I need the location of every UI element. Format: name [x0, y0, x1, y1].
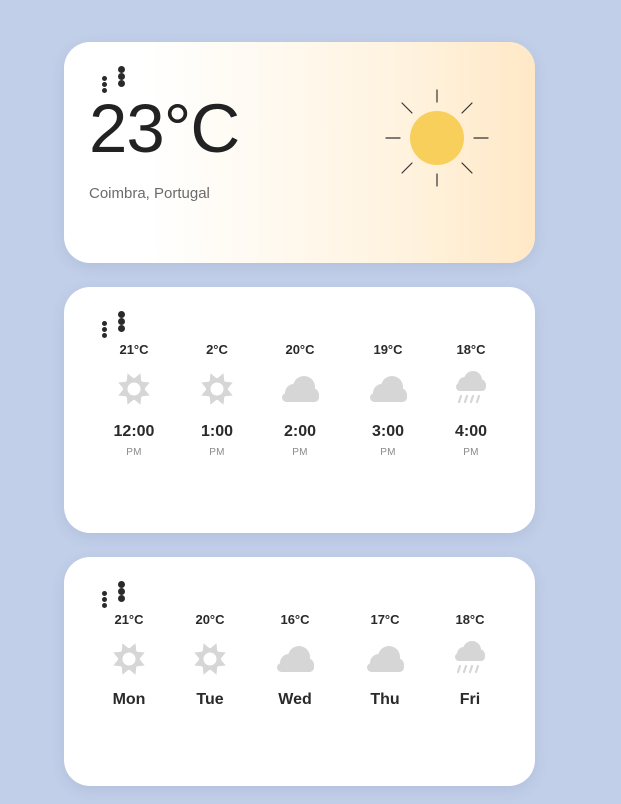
daily-temperature: 18°C [455, 612, 485, 627]
more-options-icon[interactable] [102, 311, 128, 338]
hourly-ampm: PM [126, 447, 142, 458]
hourly-forecast-card: 21°C 12:00 PM 2°C 1:00 PM 20°C 2:00 PM 19°C 3:00 PM… [64, 287, 535, 533]
cloud-icon [273, 639, 317, 679]
daily-day: Tue [196, 691, 224, 708]
daily-day: Mon [112, 691, 146, 708]
hourly-ampm: PM [380, 447, 396, 458]
hourly-ampm: PM [292, 447, 308, 458]
daily-forecast-card: 21°C Mon 20°C Tue 16°C Wed 17°C Thu 18°C Fri [64, 557, 535, 786]
sun-icon [107, 639, 151, 679]
sun-icon [384, 88, 490, 188]
rain-cloud-icon [448, 639, 492, 679]
hourly-time: 1:00 [200, 423, 234, 440]
hourly-time: 2:00 [283, 423, 317, 440]
hourly-item: 19°C 3:00 PM [348, 342, 428, 458]
daily-temperature: 20°C [195, 612, 225, 627]
hourly-item: 21°C 12:00 PM [94, 342, 174, 458]
hourly-time: 3:00 [371, 423, 405, 440]
more-options-icon[interactable] [102, 581, 128, 608]
hourly-temperature: 18°C [456, 342, 486, 357]
hourly-item: 20°C 2:00 PM [260, 342, 340, 458]
current-weather-card: 23°C Coimbra, Portugal [64, 42, 535, 263]
daily-temperature: 21°C [114, 612, 144, 627]
hourly-time: 12:00 [113, 423, 155, 440]
daily-day: Fri [459, 691, 481, 708]
sun-icon [188, 639, 232, 679]
cloud-icon [363, 639, 407, 679]
hourly-item: 2°C 1:00 PM [177, 342, 257, 458]
daily-item: 16°C Wed [255, 612, 335, 709]
daily-item: 20°C Tue [170, 612, 250, 709]
cloud-icon [278, 369, 322, 409]
daily-day: Thu [370, 691, 400, 708]
hourly-temperature: 20°C [285, 342, 315, 357]
hourly-ampm: PM [209, 447, 225, 458]
daily-item: 21°C Mon [89, 612, 169, 709]
daily-item: 17°C Thu [345, 612, 425, 709]
sun-icon [195, 369, 239, 409]
daily-item: 18°C Fri [430, 612, 510, 709]
daily-day: Wed [278, 691, 312, 708]
hourly-time: 4:00 [454, 423, 488, 440]
current-temperature: 23°C [89, 90, 240, 167]
hourly-temperature: 21°C [119, 342, 149, 357]
more-options-icon[interactable] [102, 66, 128, 93]
rain-cloud-icon [449, 369, 493, 409]
sun-icon [112, 369, 156, 409]
hourly-temperature: 2°C [206, 342, 228, 357]
cloud-icon [366, 369, 410, 409]
hourly-item: 18°C 4:00 PM [431, 342, 511, 458]
location-label: Coimbra, Portugal [89, 185, 210, 202]
daily-temperature: 17°C [370, 612, 400, 627]
hourly-ampm: PM [463, 447, 479, 458]
hourly-temperature: 19°C [373, 342, 403, 357]
daily-temperature: 16°C [280, 612, 310, 627]
